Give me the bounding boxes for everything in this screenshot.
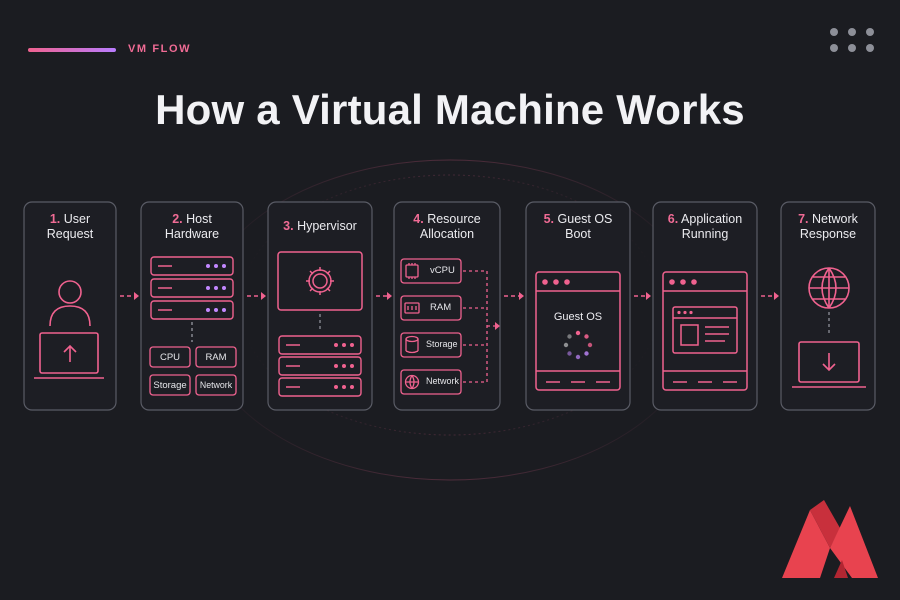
- infographic: VM FLOW How a Virtual Machine Works 1. U…: [0, 0, 900, 600]
- resource-vcpu-label: vCPU: [430, 265, 455, 276]
- host-chip-network-label: Network: [199, 380, 233, 390]
- vm-flow-diagram: [23, 159, 876, 481]
- step-label-1: 1. User Request: [46, 212, 94, 241]
- host-chip-ram-label: RAM: [205, 352, 227, 363]
- host-chip-cpu-label: CPU: [159, 352, 181, 363]
- step-label-3: 3. Hypervisor: [283, 219, 357, 233]
- resource-storage-label: Storage: [426, 339, 458, 349]
- step-label-6: 6. Application Running: [667, 212, 743, 241]
- host-chip-storage-label: Storage: [153, 380, 187, 391]
- resource-ram-label: RAM: [430, 302, 452, 313]
- step-label-5: 5. Guest OS Boot: [543, 212, 613, 241]
- brand-logo: [782, 500, 878, 578]
- resource-network-label: Network: [426, 376, 460, 386]
- guest-os-label: Guest OS: [553, 311, 603, 323]
- step-label-4: 4. Resource Allocation: [413, 212, 481, 241]
- step-label-2: 2. Host Hardware: [164, 212, 220, 241]
- step-label-7: 7. Network Response: [798, 212, 858, 241]
